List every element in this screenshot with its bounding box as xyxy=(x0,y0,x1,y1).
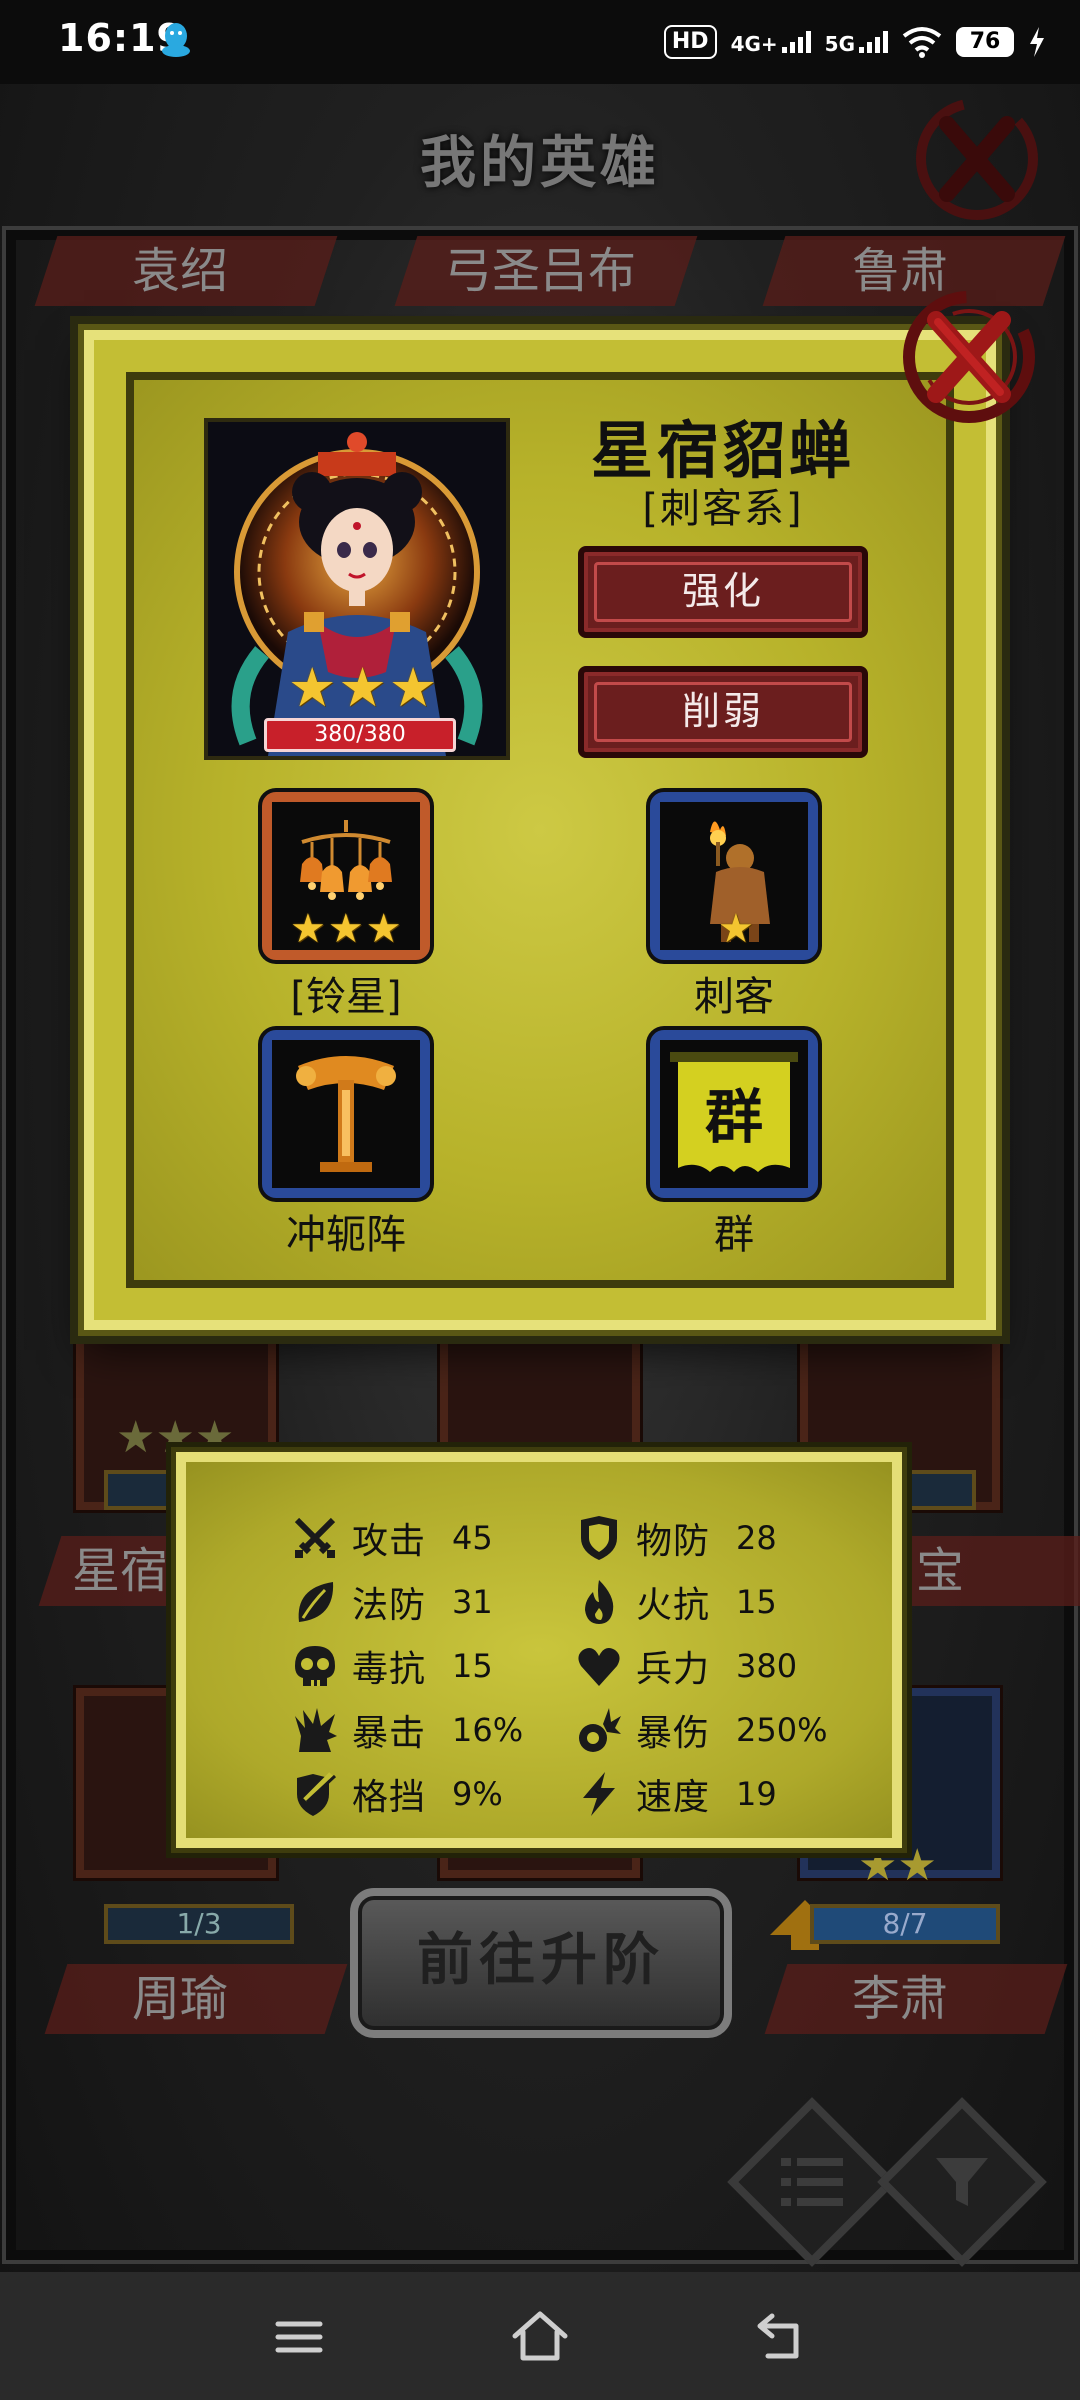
star-icon: ★ xyxy=(718,906,754,952)
crossed-swords-icon xyxy=(290,1513,340,1563)
faction-badge: 群 xyxy=(704,1083,763,1151)
status-bar: 16:19 HD 4G+ 5G 76 xyxy=(0,0,1080,84)
hero-star-rating: ★ ★ ★ xyxy=(288,656,437,719)
system-nav-bar xyxy=(0,2272,1080,2400)
trait-slot-faction[interactable]: 群 xyxy=(650,1030,818,1198)
hp-bar: 380/380 xyxy=(264,718,456,752)
filter-icon xyxy=(902,2122,1022,2242)
star-icon: ★ xyxy=(327,906,364,952)
stat-physical-defense: 物防 28 xyxy=(574,1510,777,1566)
back-icon[interactable] xyxy=(746,2302,816,2372)
star-icon: ★ xyxy=(288,656,337,719)
hd-icon: HD xyxy=(663,25,717,59)
slot-label-bells: [铃星] xyxy=(290,974,402,1020)
hero-portrait[interactable]: ★ ★ ★ 380/380 xyxy=(204,418,510,760)
star-icon: ★ xyxy=(365,906,402,952)
slot-label-formation: 冲轭阵 xyxy=(286,1212,406,1258)
slot-label-faction: 群 xyxy=(714,1212,754,1258)
signal-bars-icon xyxy=(859,31,888,53)
yoke-formation-icon xyxy=(272,1040,420,1188)
hero-stats-panel: 攻击 45 法防 31 毒抗 15 暴击 16% 格挡 9% 物防 28 火抗 … xyxy=(171,1447,907,1853)
leaf-icon xyxy=(290,1577,340,1627)
wifi-icon xyxy=(902,27,942,58)
slot-star-rating: ★ xyxy=(718,906,754,952)
lightning-icon xyxy=(574,1769,624,1819)
shield-icon xyxy=(574,1513,624,1563)
goto-upgrade-button[interactable]: 前往升阶 xyxy=(350,1888,732,2038)
charging-icon xyxy=(1030,27,1044,57)
close-icon[interactable] xyxy=(912,94,1042,224)
hero-progress: 8/7 xyxy=(810,1904,1000,1944)
stat-poison-resist: 毒抗 15 xyxy=(290,1638,493,1694)
home-icon[interactable] xyxy=(505,2302,575,2372)
qq-notification-icon xyxy=(162,23,190,57)
game-screen: 16:19 HD 4G+ 5G 76 我的英雄 袁绍 弓圣吕布 鲁肃 ★★★ 星… xyxy=(0,0,1080,2400)
hero-name-yuanshao[interactable]: 袁绍 xyxy=(40,236,320,306)
enhance-button[interactable]: 强化 xyxy=(578,546,868,638)
list-icon xyxy=(752,2122,872,2242)
stat-fire-resist: 火抗 15 xyxy=(574,1574,777,1630)
signal-bars-icon xyxy=(781,31,811,53)
hero-class: [刺客系] xyxy=(642,486,804,532)
hero-name-zhouyu[interactable]: 周瑜 xyxy=(40,1964,320,2034)
stat-attack: 攻击 45 xyxy=(290,1510,493,1566)
stat-crit: 暴击 16% xyxy=(290,1702,523,1758)
explosion-icon xyxy=(574,1705,624,1755)
close-icon[interactable] xyxy=(894,282,1044,432)
stat-block: 格挡 9% xyxy=(290,1766,503,1822)
stat-crit-damage: 暴伤 250% xyxy=(574,1702,827,1758)
hero-name-lvbu[interactable]: 弓圣吕布 xyxy=(400,236,680,306)
status-icons: HD 4G+ 5G 76 xyxy=(663,20,1046,64)
hero-name-lisu[interactable]: 李肃 xyxy=(760,1964,1040,2034)
slot-label-assassin: 刺客 xyxy=(694,974,774,1020)
trait-slot-formation[interactable] xyxy=(262,1030,430,1198)
stat-troops: 兵力 380 xyxy=(574,1638,797,1694)
battery-icon: 76 xyxy=(956,27,1014,57)
stat-magic-defense: 法防 31 xyxy=(290,1574,493,1630)
signal-5g: 5G xyxy=(825,31,888,54)
claw-burst-icon xyxy=(290,1705,340,1755)
stat-speed: 速度 19 xyxy=(574,1766,777,1822)
skull-icon xyxy=(290,1641,340,1691)
flame-icon xyxy=(574,1577,624,1627)
heart-icon xyxy=(574,1641,624,1691)
star-icon: ★ xyxy=(290,906,326,952)
shield-sword-icon xyxy=(290,1769,340,1819)
hero-progress: 1/3 xyxy=(104,1904,294,1944)
trait-slot-bells[interactable]: ★ ★ ★ xyxy=(262,792,430,960)
weaken-button[interactable]: 削弱 xyxy=(578,666,868,758)
star-icon: ★ xyxy=(338,656,387,719)
slot-star-rating: ★ ★ ★ xyxy=(290,906,402,952)
trait-slot-assassin[interactable]: ★ xyxy=(650,792,818,960)
signal-4g: 4G+ xyxy=(731,31,811,54)
menu-icon[interactable] xyxy=(264,2302,334,2372)
star-icon: ★ xyxy=(388,656,438,719)
